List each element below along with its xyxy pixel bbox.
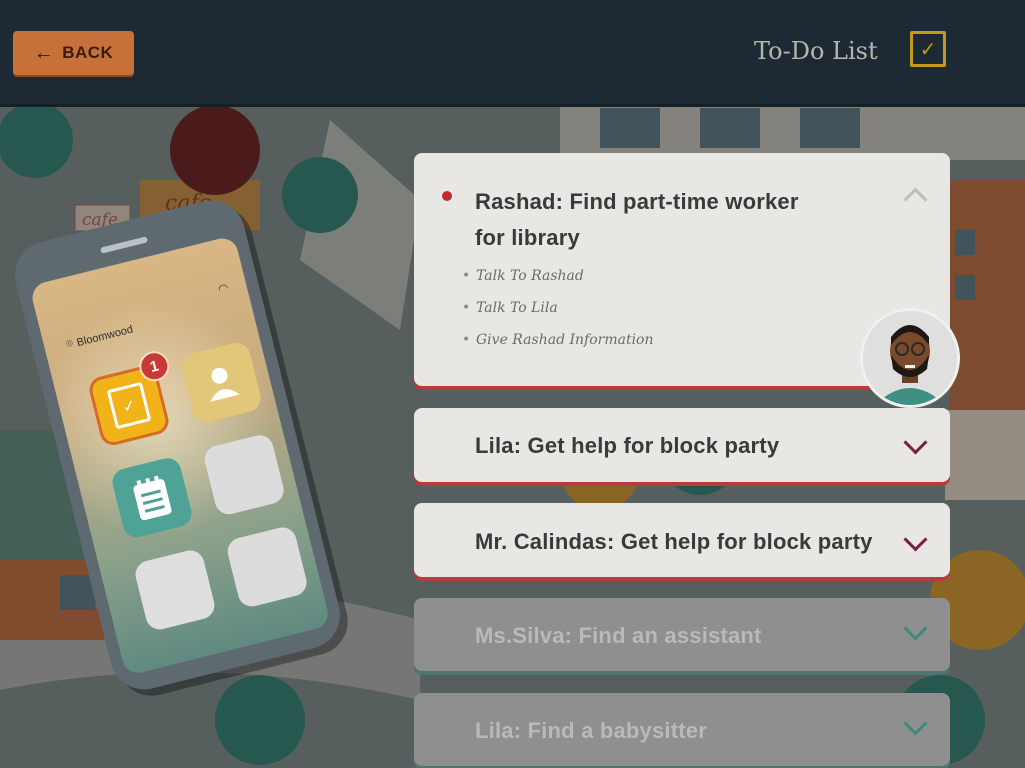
checklist-icon: ✓ [106, 381, 152, 430]
active-task-dot [442, 191, 452, 201]
top-bar: ← BACK To-Do List ✓ [0, 0, 1025, 107]
empty-app-slot [132, 547, 218, 633]
back-button[interactable]: ← BACK [13, 31, 134, 75]
task-card-lila-babysitter[interactable]: Lila: Find a babysitter [414, 693, 950, 766]
person-icon [210, 367, 240, 402]
rashad-avatar [860, 308, 960, 408]
checkbox-icon[interactable]: ✓ [910, 31, 946, 67]
task-card-lila-block-party[interactable]: Lila: Get help for block party [414, 408, 950, 482]
chevron-down-icon[interactable] [903, 527, 928, 552]
empty-app-slot [224, 524, 310, 610]
phone-speaker [100, 236, 149, 254]
arrow-left-icon: ← [33, 41, 55, 64]
task-title: Mr. Calindas: Get help for block party [475, 529, 873, 554]
chevron-down-icon[interactable] [903, 616, 928, 641]
notepad-icon [133, 475, 172, 521]
chevron-down-icon[interactable] [903, 430, 928, 455]
task-title: Ms.Silva: Find an assistant [475, 623, 762, 648]
page-title: To-Do List [754, 37, 878, 65]
task-card-silva-assistant[interactable]: Ms.Silva: Find an assistant [414, 598, 950, 671]
task-title: Lila: Find a babysitter [475, 718, 707, 743]
chevron-up-icon[interactable] [903, 187, 928, 212]
back-button-label: BACK [62, 43, 114, 62]
task-title-line2: for library [475, 225, 580, 250]
subtask-item: Talk To Lila [462, 300, 558, 316]
subtask-item: Give Rashad Information [462, 332, 653, 348]
task-card-calindas-block-party[interactable]: Mr. Calindas: Get help for block party [414, 503, 950, 577]
task-title-line1: Rashad: Find part-time worker [475, 189, 799, 214]
chevron-down-icon[interactable] [903, 711, 928, 736]
subtask-item: Talk To Rashad [462, 268, 584, 284]
task-title: Lila: Get help for block party [475, 433, 780, 458]
character-portrait [863, 311, 957, 405]
